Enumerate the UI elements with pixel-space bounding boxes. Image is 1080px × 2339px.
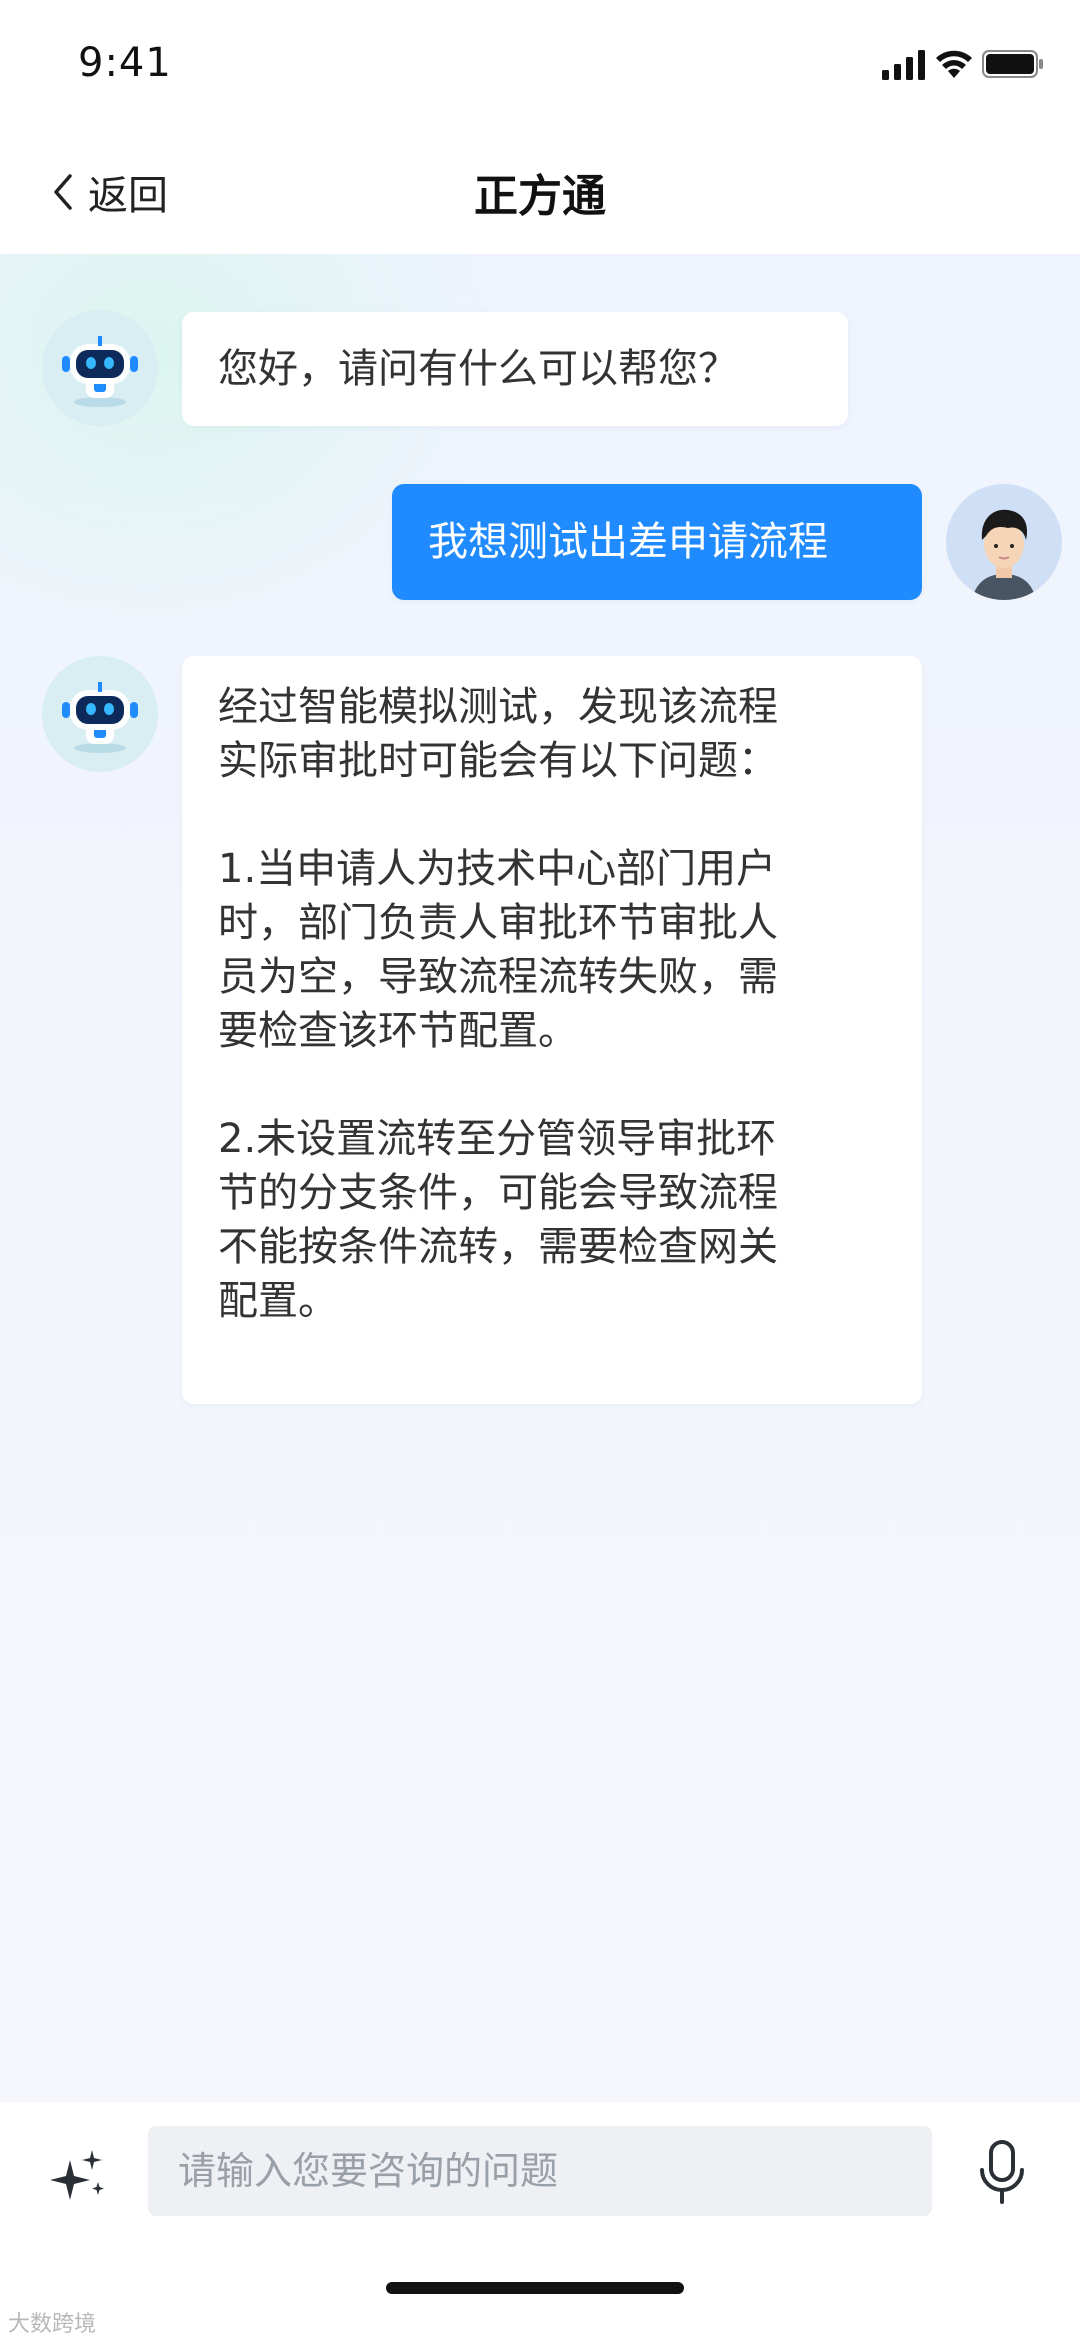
message-text: ​ <box>218 1058 886 1112</box>
chat-area[interactable]: 您好，请问有什么可以帮您？ 我想测试出差申请流程 经过智能模拟测试，发现该流程 … <box>0 254 1080 2102</box>
message-text: 配置。 <box>218 1278 338 1324</box>
message-text: ​ <box>218 788 886 842</box>
message-text: 节的分支条件，可能会导致流程 <box>218 1170 778 1216</box>
sparkle-icon <box>50 2150 104 2200</box>
status-time: 9:41 <box>78 40 172 86</box>
user-avatar <box>946 484 1062 600</box>
message-text: 时，部门负责人审批环节审批人 <box>218 900 778 946</box>
message-text: 1.当申请人为技术中心部门用户 <box>218 846 777 892</box>
input-bar <box>0 2102 1080 2339</box>
page-title: 正方通 <box>474 171 606 222</box>
message-text: 您好，请问有什么可以帮您？ <box>218 346 738 392</box>
home-indicator[interactable] <box>386 2282 684 2294</box>
message-text: 不能按条件流转，需要检查网关 <box>218 1224 778 1270</box>
robot-icon <box>62 682 138 753</box>
bot-avatar <box>42 656 158 772</box>
microphone-icon <box>980 2140 1024 2204</box>
nav-header: 返回 正方通 <box>0 130 1080 254</box>
ai-sparkle-button[interactable] <box>48 2146 108 2206</box>
voice-input-button[interactable] <box>972 2138 1032 2208</box>
user-message-bubble: 我想测试出差申请流程 <box>392 484 922 600</box>
message-text: 实际审批时可能会有以下问题： <box>218 738 778 784</box>
watermark: 大数跨境 <box>8 2312 97 2337</box>
message-text: 我想测试出差申请流程 <box>428 519 828 565</box>
bot-message-bubble: 经过智能模拟测试，发现该流程 实际审批时可能会有以下问题： ​ 1.当申请人为技… <box>182 656 922 1404</box>
signal-icon <box>882 50 925 80</box>
message-text: 要检查该环节配置。 <box>218 1008 578 1054</box>
message-text: 经过智能模拟测试，发现该流程 <box>218 684 778 730</box>
user-portrait-icon <box>972 509 1036 600</box>
bot-message-bubble: 您好，请问有什么可以帮您？ <box>182 312 848 426</box>
wifi-icon <box>936 50 972 78</box>
battery-icon <box>982 50 1043 78</box>
message-text: 员为空，导致流程流转失败，需 <box>218 954 778 1000</box>
bot-avatar <box>42 310 158 426</box>
message-text: 2.未设置流转至分管领导审批环 <box>218 1116 777 1162</box>
robot-icon <box>62 336 138 407</box>
status-bar: 9:41 <box>0 0 1080 130</box>
question-input[interactable] <box>148 2126 932 2216</box>
